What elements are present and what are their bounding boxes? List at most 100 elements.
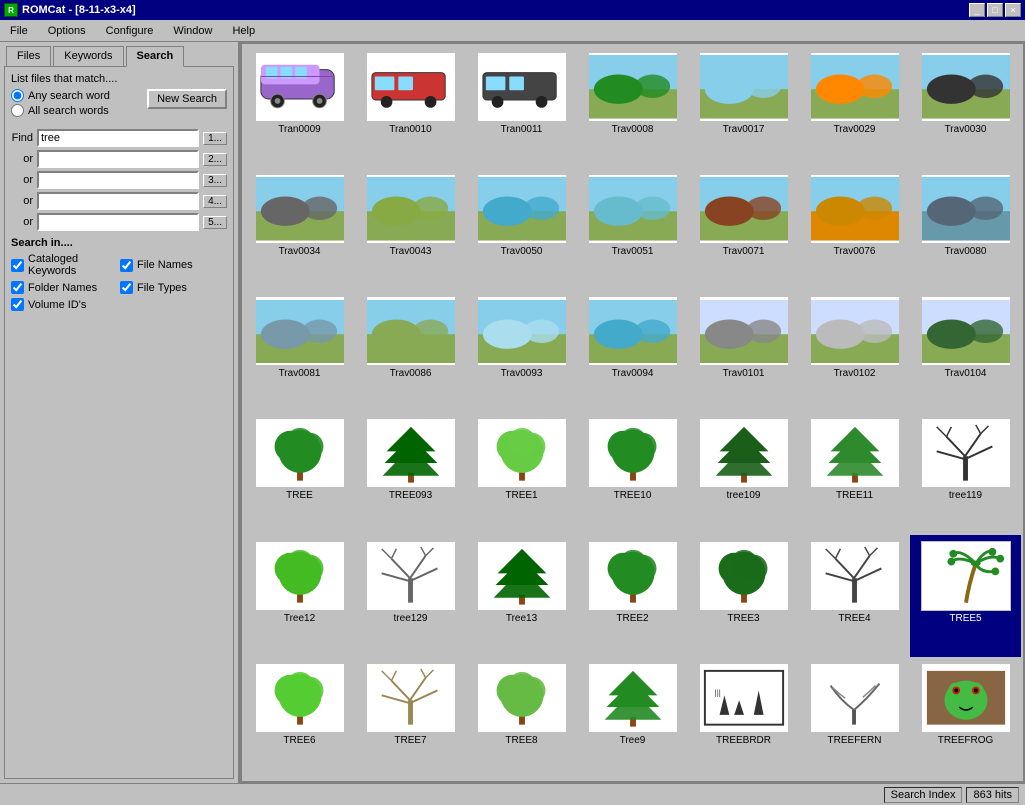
- tab-files[interactable]: Files: [6, 46, 51, 67]
- image-cell[interactable]: Tran0010: [355, 46, 466, 168]
- image-cell[interactable]: Tran0009: [244, 46, 355, 168]
- cb-foldernames[interactable]: Folder Names: [11, 281, 118, 294]
- image-cell[interactable]: Trav0050: [466, 168, 577, 290]
- image-cell[interactable]: TREE5: [910, 535, 1021, 657]
- cb-filenames-label: File Names: [137, 259, 193, 271]
- image-cell[interactable]: Trav0051: [577, 168, 688, 290]
- radio-any-input[interactable]: [11, 89, 24, 102]
- image-cell[interactable]: TREEFERN: [799, 657, 910, 779]
- image-cell[interactable]: TREE11: [799, 412, 910, 534]
- left-panel: Files Keywords Search List files that ma…: [0, 42, 240, 783]
- image-cell[interactable]: TREE8: [466, 657, 577, 779]
- or-input-5[interactable]: [37, 213, 199, 231]
- image-cell[interactable]: tree129: [355, 535, 466, 657]
- cb-foldernames-input[interactable]: [11, 281, 24, 294]
- image-cell[interactable]: Trav0043: [355, 168, 466, 290]
- image-cell[interactable]: Trav0076: [799, 168, 910, 290]
- image-thumbnail: [810, 663, 900, 733]
- cb-foldernames-label: Folder Names: [28, 282, 97, 294]
- cell-label: TREE10: [614, 490, 652, 501]
- image-cell[interactable]: Trav0101: [688, 290, 799, 412]
- image-cell[interactable]: tree119: [910, 412, 1021, 534]
- cb-filetypes[interactable]: File Types: [120, 281, 227, 294]
- image-cell[interactable]: Trav0034: [244, 168, 355, 290]
- or-input-2[interactable]: [37, 150, 199, 168]
- image-cell[interactable]: Trav0029: [799, 46, 910, 168]
- image-cell[interactable]: Tran0011: [466, 46, 577, 168]
- image-cell[interactable]: Tree13: [466, 535, 577, 657]
- cb-volumeids-input[interactable]: [11, 298, 24, 311]
- image-thumbnail: [699, 541, 789, 611]
- image-cell[interactable]: Tree12: [244, 535, 355, 657]
- image-cell[interactable]: Trav0080: [910, 168, 1021, 290]
- cb-filenames-input[interactable]: [120, 259, 133, 272]
- image-cell[interactable]: Trav0081: [244, 290, 355, 412]
- image-thumbnail: [588, 296, 678, 366]
- image-cell[interactable]: Trav0093: [466, 290, 577, 412]
- image-thumbnail: [921, 541, 1011, 611]
- find-input[interactable]: [37, 129, 199, 147]
- image-cell[interactable]: TREE093: [355, 412, 466, 534]
- image-cell[interactable]: TREE10: [577, 412, 688, 534]
- image-cell[interactable]: Trav0102: [799, 290, 910, 412]
- or-input-3[interactable]: [37, 171, 199, 189]
- image-cell[interactable]: TREE: [244, 412, 355, 534]
- radio-all-input[interactable]: [11, 104, 24, 117]
- image-cell[interactable]: Trav0094: [577, 290, 688, 412]
- svg-text:|||: |||: [714, 688, 720, 697]
- menu-configure[interactable]: Configure: [100, 23, 160, 39]
- or-input-4[interactable]: [37, 192, 199, 210]
- image-cell[interactable]: TREE1: [466, 412, 577, 534]
- cb-filenames[interactable]: File Names: [120, 253, 227, 277]
- new-search-button[interactable]: New Search: [147, 89, 227, 109]
- image-cell[interactable]: Tree9: [577, 657, 688, 779]
- cell-label: TREE2: [616, 613, 648, 624]
- menu-file[interactable]: File: [4, 23, 34, 39]
- image-cell[interactable]: TREE4: [799, 535, 910, 657]
- close-button[interactable]: ×: [1005, 3, 1021, 17]
- cb-cataloged-label: Cataloged Keywords: [28, 253, 118, 277]
- cb-filetypes-input[interactable]: [120, 281, 133, 294]
- image-thumbnail: [255, 663, 345, 733]
- minimize-button[interactable]: _: [969, 3, 985, 17]
- image-cell[interactable]: TREE3: [688, 535, 799, 657]
- image-thumbnail: [588, 174, 678, 244]
- or-btn-5[interactable]: 5...: [203, 216, 227, 229]
- find-btn-1[interactable]: 1...: [203, 132, 227, 145]
- image-cell[interactable]: TREE7: [355, 657, 466, 779]
- search-index-label: Search Index: [884, 787, 963, 803]
- menu-help[interactable]: Help: [226, 23, 261, 39]
- radio-any-word[interactable]: Any search word: [11, 89, 110, 102]
- image-cell[interactable]: Trav0008: [577, 46, 688, 168]
- or-btn-2[interactable]: 2...: [203, 153, 227, 166]
- cb-cataloged[interactable]: Cataloged Keywords: [11, 253, 118, 277]
- cb-cataloged-input[interactable]: [11, 259, 24, 272]
- tab-search[interactable]: Search: [126, 46, 185, 67]
- menu-window[interactable]: Window: [167, 23, 218, 39]
- image-cell[interactable]: TREE6: [244, 657, 355, 779]
- tab-keywords[interactable]: Keywords: [53, 46, 123, 67]
- app-icon: R: [4, 3, 18, 17]
- title-buttons[interactable]: _ □ ×: [969, 3, 1021, 17]
- maximize-button[interactable]: □: [987, 3, 1003, 17]
- image-cell[interactable]: Trav0071: [688, 168, 799, 290]
- image-cell[interactable]: Trav0104: [910, 290, 1021, 412]
- menu-options[interactable]: Options: [42, 23, 92, 39]
- image-cell[interactable]: Trav0086: [355, 290, 466, 412]
- or-label-3: or: [11, 174, 33, 186]
- or-btn-4[interactable]: 4...: [203, 195, 227, 208]
- cell-label: TREE: [286, 490, 313, 501]
- image-thumbnail: [810, 541, 900, 611]
- radio-all-words[interactable]: All search words: [11, 104, 110, 117]
- cb-volumeids[interactable]: Volume ID's: [11, 298, 227, 311]
- image-cell[interactable]: tree109: [688, 412, 799, 534]
- or-btn-3[interactable]: 3...: [203, 174, 227, 187]
- image-cell[interactable]: TREE2: [577, 535, 688, 657]
- cell-label: TREE093: [389, 490, 432, 501]
- image-thumbnail: [366, 541, 456, 611]
- image-cell[interactable]: Trav0017: [688, 46, 799, 168]
- image-cell[interactable]: TREEFROG: [910, 657, 1021, 779]
- checkbox-group: Cataloged Keywords File Names Folder Nam…: [11, 253, 227, 313]
- image-cell[interactable]: Trav0030: [910, 46, 1021, 168]
- image-cell[interactable]: ||| TREEBRDR: [688, 657, 799, 779]
